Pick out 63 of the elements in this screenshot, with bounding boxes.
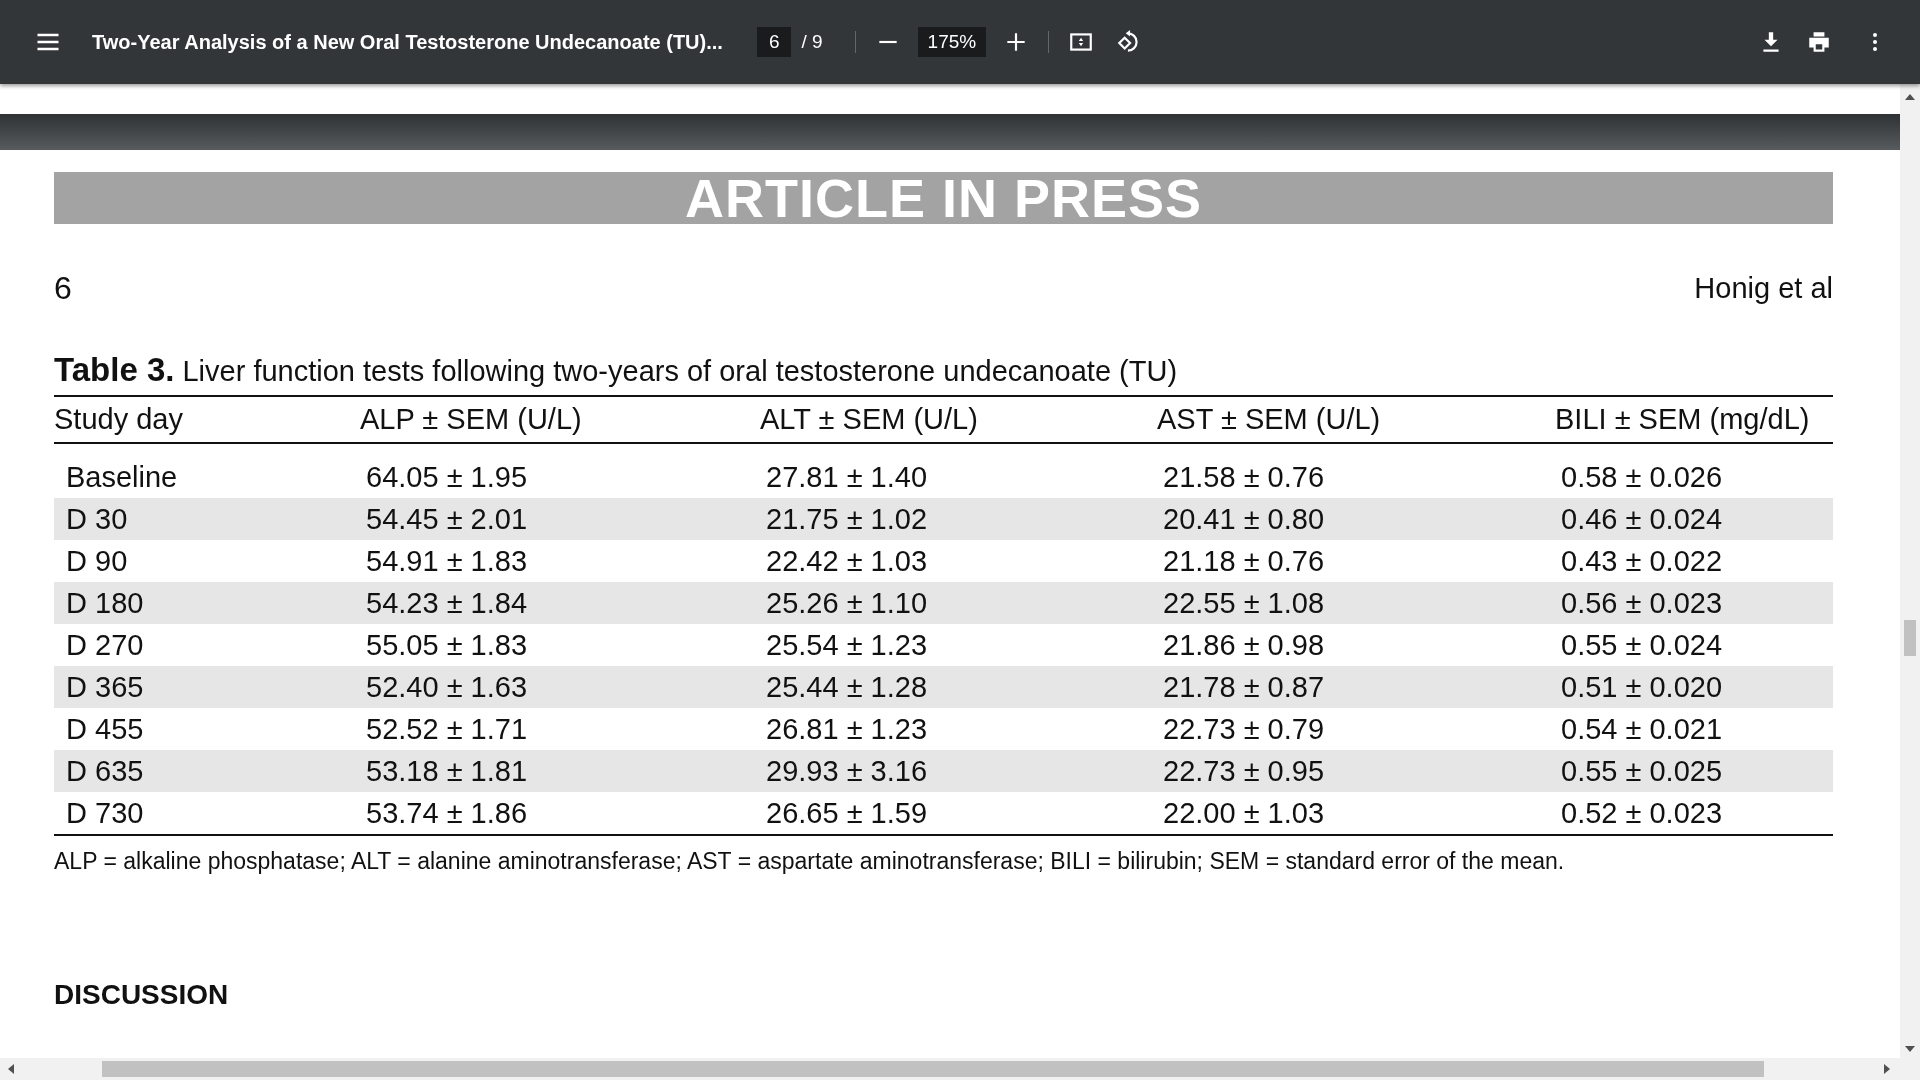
table-cell-text: 54.23 ± 1.84 <box>365 586 529 620</box>
table-cell-text: 22.42 ± 1.03 <box>765 544 929 578</box>
table-cell-text: 26.65 ± 1.59 <box>765 796 929 830</box>
table-cell-text: D 180 <box>65 586 145 620</box>
zoom-field[interactable]: 175% <box>917 27 987 57</box>
table-cell-text: 0.52 ± 0.023 <box>1560 796 1724 830</box>
table-cell-text: 21.58 ± 0.76 <box>1162 460 1326 494</box>
page-number-field[interactable]: 6 <box>756 27 792 57</box>
table-cell-text: 25.44 ± 1.28 <box>765 670 929 704</box>
section-heading: DISCUSSION <box>54 979 230 1011</box>
table-cell-text: 25.54 ± 1.23 <box>765 628 929 662</box>
table-cell-text: D 730 <box>65 796 145 830</box>
table-cell-text: 21.86 ± 0.98 <box>1162 628 1326 662</box>
table-cell-text: 22.55 ± 1.08 <box>1162 586 1326 620</box>
table-cell-text: 20.41 ± 0.80 <box>1162 502 1326 536</box>
table-cell-text: 52.52 ± 1.71 <box>365 712 529 746</box>
table-cell-text: D 455 <box>65 712 145 746</box>
table-cell-text: 21.78 ± 0.87 <box>1162 670 1326 704</box>
table-footnote: ALP = alkaline phosphatase; ALT = alanine aminotransferase; AST = aspartate aminotransferase; BILI = bilirubin; SEM = standard error of the mean. <box>54 848 1566 875</box>
table-cell-text: 0.55 ± 0.025 <box>1560 754 1724 788</box>
print-icon[interactable] <box>1806 29 1832 55</box>
table-cell-text: 0.55 ± 0.024 <box>1560 628 1724 662</box>
table-cell-text: 0.56 ± 0.023 <box>1560 586 1724 620</box>
page-label: 6 <box>54 270 72 307</box>
table-cell-text: 26.81 ± 1.23 <box>765 712 929 746</box>
horizontal-scrollbar[interactable] <box>0 1058 1920 1080</box>
table-cell-text: 0.54 ± 0.021 <box>1560 712 1724 746</box>
vertical-scrollbar[interactable] <box>1900 84 1920 1058</box>
table-cell-text: D 270 <box>65 628 145 662</box>
table-cell-text: D 90 <box>65 544 129 578</box>
table-cell-text: D 365 <box>65 670 145 704</box>
column-header: ALT ± SEM (U/L) <box>760 403 979 436</box>
table-caption: Table 3. Liver function tests following two-years of oral testosterone undecanoate (TU) <box>54 351 1833 397</box>
column-header: AST ± SEM (U/L) <box>1157 403 1382 436</box>
column-header: BILI ± SEM (mg/dL) <box>1555 403 1811 436</box>
table-cell-text: D 30 <box>65 502 129 536</box>
table-cell-text: 25.26 ± 1.10 <box>765 586 929 620</box>
table-cell-text: Baseline <box>65 460 179 494</box>
table-cell-text: 64.05 ± 1.95 <box>365 460 529 494</box>
table-cell-text: D 635 <box>65 754 145 788</box>
running-head: Honig et al <box>1694 272 1833 305</box>
table-cell-text: 53.74 ± 1.86 <box>365 796 529 830</box>
column-header: Study day <box>54 403 184 436</box>
table-cell-text: 54.91 ± 1.83 <box>365 544 529 578</box>
table-cell-text: 54.45 ± 2.01 <box>365 502 529 536</box>
table-cell-text: 22.00 ± 1.03 <box>1162 796 1326 830</box>
article-in-press-banner: ARTICLE IN PRESS <box>54 172 1833 224</box>
table-cell-text: 22.73 ± 0.79 <box>1162 712 1326 746</box>
table-cell-text: 55.05 ± 1.83 <box>365 628 529 662</box>
table-cell-text: 21.18 ± 0.76 <box>1162 544 1326 578</box>
column-header: ALP ± SEM (U/L) <box>360 403 583 436</box>
table-cell-text: 0.43 ± 0.022 <box>1560 544 1724 578</box>
table-cell-text: 21.75 ± 1.02 <box>765 502 929 536</box>
table-cell-text: 27.81 ± 1.40 <box>765 460 929 494</box>
table-cell-text: 29.93 ± 3.16 <box>765 754 929 788</box>
table-cell-text: 0.58 ± 0.026 <box>1560 460 1724 494</box>
page-total: / 9 <box>801 31 823 53</box>
table-cell-text: 53.18 ± 1.81 <box>365 754 529 788</box>
document-title: Two-Year Analysis of a New Oral Testosterone Undecanoate (TU)... <box>92 30 723 54</box>
table-cell-text: 0.46 ± 0.024 <box>1560 502 1724 536</box>
table-cell-text: 52.40 ± 1.63 <box>365 670 529 704</box>
table-cell-text: 22.73 ± 0.95 <box>1162 754 1326 788</box>
table-cell-text: 0.51 ± 0.020 <box>1560 670 1724 704</box>
